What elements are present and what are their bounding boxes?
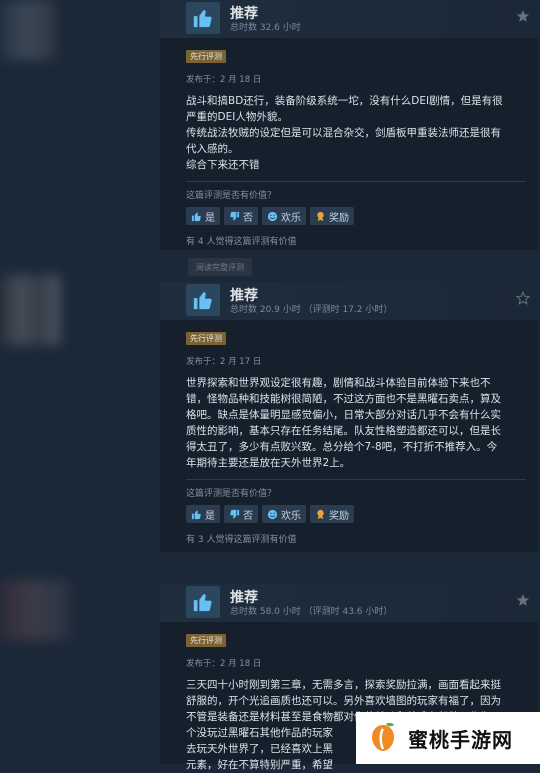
- award-icon: [317, 211, 324, 221]
- reviewer-avatar[interactable]: [0, 0, 55, 60]
- review-line: 综合下来还不错: [186, 159, 260, 171]
- award-button[interactable]: 奖励: [310, 207, 354, 225]
- vote-buttons: 是 否 欢乐 奖励: [186, 207, 526, 225]
- early-access-badge: 先行评测: [186, 634, 226, 647]
- divider: [186, 479, 526, 480]
- review-text: 世界探索和世界观设定很有趣，剧情和战斗体验目前体验下来也不 错，怪物品种和技能树…: [186, 375, 526, 471]
- star-outline-icon[interactable]: [515, 290, 531, 309]
- review-header: 推荐 总时数 58.0 小时 （评测时 43.6 小时）: [160, 584, 538, 622]
- posted-date: 发布于：2 月 18 日: [186, 659, 262, 669]
- vote-yes-label: 是: [205, 212, 215, 224]
- review-line: 格吧。缺点是体量明显感觉偏小，日常大部分对话几乎不会有什么实: [186, 409, 501, 421]
- thumbs-down-icon: [230, 211, 240, 221]
- review-line: 传统战法牧贼的设定但是可以混合杂交，剑盾板甲重装法师还是很有: [186, 127, 501, 139]
- smiley-icon: [267, 211, 278, 221]
- helpful-count: 有 4 人觉得这篇评测有价值: [186, 237, 297, 247]
- thumbs-up-icon: [191, 509, 201, 519]
- review-line: 质性的影响，基本只存在任务结尾。队友性格塑造都还可以，但是长: [186, 425, 501, 437]
- vote-buttons: 是 否 欢乐 奖励: [186, 505, 526, 523]
- review-line: 三天四十小时刚到第三章，无需多言，探索奖励拉满，画面看起来挺: [186, 679, 501, 691]
- review-line: 舒服的，开个光追画质也还可以。另外喜欢墙图的玩家有福了，因为: [186, 695, 501, 707]
- vote-funny-button[interactable]: 欢乐: [262, 505, 306, 523]
- thumbs-up-icon: [186, 284, 220, 316]
- helpful-question: 这篇评测是否有价值？: [186, 489, 277, 499]
- vote-yes-button[interactable]: 是: [186, 207, 220, 225]
- review-card: 推荐 总时数 32.6 小时 先行评测 发布于：2 月 18 日 战斗和搞BD还…: [160, 0, 538, 250]
- posted-date: 发布于：2 月 17 日: [186, 357, 262, 367]
- review-line: 世界探索和世界观设定很有趣，剧情和战斗体验目前体验下来也不: [186, 377, 491, 389]
- star-icon[interactable]: [516, 592, 530, 611]
- playtime-hours: 总时数 32.6 小时: [230, 23, 301, 33]
- playtime-hours: 总时数 58.0 小时 （评测时 43.6 小时）: [230, 607, 393, 617]
- thumbs-down-icon: [230, 509, 240, 519]
- reviewer-avatar[interactable]: [0, 580, 70, 640]
- thumbs-up-icon: [186, 2, 220, 34]
- reviewer-avatar[interactable]: [0, 275, 60, 345]
- watermark: 蜜桃手游网: [356, 712, 540, 764]
- vote-no-label: 否: [243, 212, 253, 224]
- review-line: 得太丑了，多少有点败兴致。总分给个7-8吧，不打折不推荐入。今: [186, 441, 498, 453]
- vote-funny-label: 欢乐: [281, 212, 301, 224]
- review-header: 推荐 总时数 20.9 小时 （评测时 17.2 小时）: [160, 282, 538, 320]
- thumbs-up-icon: [186, 586, 220, 618]
- vote-no-label: 否: [243, 510, 253, 522]
- reviewer-column: [0, 0, 160, 764]
- review-header: 推荐 总时数 32.6 小时: [160, 0, 538, 38]
- review-line: 严重的DEI人物外貌。: [186, 111, 288, 123]
- early-access-badge: 先行评测: [186, 50, 226, 63]
- vote-no-button[interactable]: 否: [224, 207, 258, 225]
- watermark-logo-icon: [372, 722, 394, 751]
- review-line: 年期待主要还是放在天外世界2上。: [186, 457, 351, 469]
- helpful-count: 有 3 人觉得这篇评测有价值: [186, 535, 297, 545]
- read-full-review-button[interactable]: 阅读完整评测: [188, 258, 252, 276]
- reviews-page: 推荐 总时数 32.6 小时 先行评测 发布于：2 月 18 日 战斗和搞BD还…: [0, 0, 540, 771]
- vote-funny-button[interactable]: 欢乐: [262, 207, 306, 225]
- review-line: 战斗和搞BD还行，装备阶级系统一坨，没有什么DEI剧情，但是有很: [186, 95, 503, 107]
- smiley-icon: [267, 509, 278, 519]
- posted-date: 发布于：2 月 18 日: [186, 75, 262, 85]
- playtime-hours: 总时数 20.9 小时 （评测时 17.2 小时）: [230, 305, 393, 315]
- divider: [186, 181, 526, 182]
- review-line: 错，怪物品种和技能树很简陋，不过这方面也不是黑曜石卖点，算及: [186, 393, 501, 405]
- vote-yes-button[interactable]: 是: [186, 505, 220, 523]
- award-icon: [317, 509, 324, 519]
- star-icon[interactable]: [516, 8, 530, 27]
- review-text: 战斗和搞BD还行，装备阶级系统一坨，没有什么DEI剧情，但是有很 严重的DEI人…: [186, 93, 526, 173]
- vote-no-button[interactable]: 否: [224, 505, 258, 523]
- vote-funny-label: 欢乐: [281, 510, 301, 522]
- award-label: 奖励: [329, 212, 349, 224]
- vote-yes-label: 是: [205, 510, 215, 522]
- award-label: 奖励: [329, 510, 349, 522]
- review-card: 推荐 总时数 20.9 小时 （评测时 17.2 小时） 先行评测 发布于：2 …: [160, 282, 538, 552]
- award-button[interactable]: 奖励: [310, 505, 354, 523]
- thumbs-up-icon: [191, 211, 201, 221]
- helpful-question: 这篇评测是否有价值？: [186, 191, 277, 201]
- review-line: 代入感的。: [186, 143, 239, 155]
- early-access-badge: 先行评测: [186, 332, 226, 345]
- watermark-text: 蜜桃手游网: [408, 727, 513, 752]
